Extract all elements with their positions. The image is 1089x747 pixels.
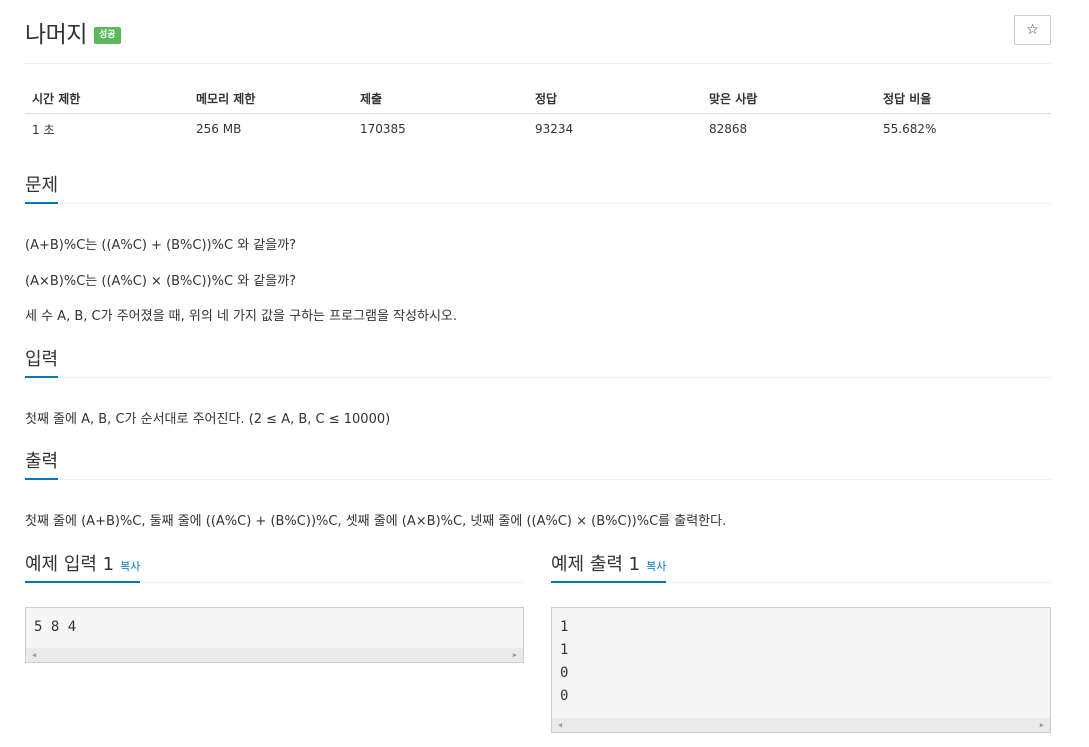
table-header: 정답 비율 (876, 84, 1051, 114)
scroll-left-icon[interactable]: ◀ (32, 651, 36, 659)
table-cell: 82868 (709, 122, 748, 137)
scroll-right-icon[interactable]: ▶ (513, 651, 517, 659)
section-header: 예제 출력 1 복사 (551, 553, 1051, 583)
problem-line: (A+B)%C는 ((A%C) + (B%C))%C 와 같을까? (25, 238, 297, 253)
section-header: 예제 입력 1 복사 (25, 553, 524, 583)
scroll-right-icon[interactable]: ▶ (1040, 721, 1044, 729)
sample-output-line: 0 (560, 688, 569, 704)
table-header: 제출 (353, 84, 528, 114)
sample-input-heading: 예제 입력 1 복사 (25, 553, 141, 583)
sample-output-section: 예제 출력 1 복사 1 1 0 0 ◀ ▶ (551, 553, 1051, 733)
sample-output-title: 예제 출력 1 (551, 554, 641, 575)
table-header: 정답 (528, 84, 702, 114)
section-header: 출력 (25, 450, 1051, 480)
input-heading: 입력 (25, 348, 59, 378)
star-icon: ☆ (1026, 22, 1039, 38)
section-header: 입력 (25, 348, 1051, 378)
problem-info-table: 시간 제한 메모리 제한 제출 정답 맞은 사람 정답 비율 1 초 256 M… (25, 84, 1051, 145)
table-cell: 55.682% (883, 122, 937, 137)
problem-section: 문제 (A+B)%C는 ((A%C) + (B%C))%C 와 같을까? (A×… (25, 174, 1051, 324)
table-header: 시간 제한 (25, 84, 189, 114)
sample-output-line: 1 (560, 619, 569, 635)
table-cell: 256 MB (196, 122, 242, 137)
table-header: 맞은 사람 (702, 84, 876, 114)
horizontal-scrollbar[interactable]: ◀ ▶ (26, 648, 523, 662)
table-header: 메모리 제한 (189, 84, 353, 114)
horizontal-scrollbar[interactable]: ◀ ▶ (552, 718, 1050, 732)
output-heading: 출력 (25, 450, 59, 480)
problem-line: (A×B)%C는 ((A%C) × (B%C))%C 와 같을까? (25, 274, 297, 289)
problem-heading: 문제 (25, 174, 59, 204)
title-row: 나머지 성공 (25, 14, 121, 50)
input-text: 첫째 줄에 A, B, C가 순서대로 주어진다. (2 ≤ A, B, C ≤… (25, 412, 391, 427)
sample-input-box[interactable]: 5 8 4 ◀ ▶ (25, 607, 524, 663)
table-row: 1 초 256 MB 170385 93234 82868 55.682% (25, 113, 1051, 145)
table-cell: 93234 (535, 122, 574, 137)
sample-output-box[interactable]: 1 1 0 0 ◀ ▶ (551, 607, 1051, 733)
table-cell: 170385 (360, 122, 406, 137)
scroll-left-icon[interactable]: ◀ (558, 721, 562, 729)
section-header: 문제 (25, 174, 1051, 204)
table-header-row: 시간 제한 메모리 제한 제출 정답 맞은 사람 정답 비율 (25, 84, 1051, 114)
sample-input-title: 예제 입력 1 (25, 554, 115, 575)
star-button[interactable]: ☆ (1014, 15, 1051, 45)
output-section: 출력 첫째 줄에 (A+B)%C, 둘째 줄에 ((A%C) + (B%C))%… (25, 450, 1051, 529)
table-cell: 1 초 (32, 122, 55, 137)
sample-output-line: 0 (560, 665, 569, 681)
status-badge: 성공 (93, 26, 121, 44)
copy-button[interactable]: 복사 (120, 560, 140, 573)
title-divider (25, 63, 1051, 64)
page-title: 나머지 (25, 22, 87, 48)
input-section: 입력 첫째 줄에 A, B, C가 순서대로 주어진다. (2 ≤ A, B, … (25, 348, 1051, 427)
sample-output-line: 1 (560, 642, 569, 658)
sample-input-section: 예제 입력 1 복사 5 8 4 ◀ ▶ (25, 553, 524, 663)
sample-input-line: 5 8 4 (34, 619, 77, 635)
problem-line: 세 수 A, B, C가 주어졌을 때, 위의 네 가지 값을 구하는 프로그램… (25, 309, 458, 324)
copy-button[interactable]: 복사 (646, 560, 666, 573)
sample-output-heading: 예제 출력 1 복사 (551, 553, 667, 583)
output-text: 첫째 줄에 (A+B)%C, 둘째 줄에 ((A%C) + (B%C))%C, … (25, 514, 727, 529)
